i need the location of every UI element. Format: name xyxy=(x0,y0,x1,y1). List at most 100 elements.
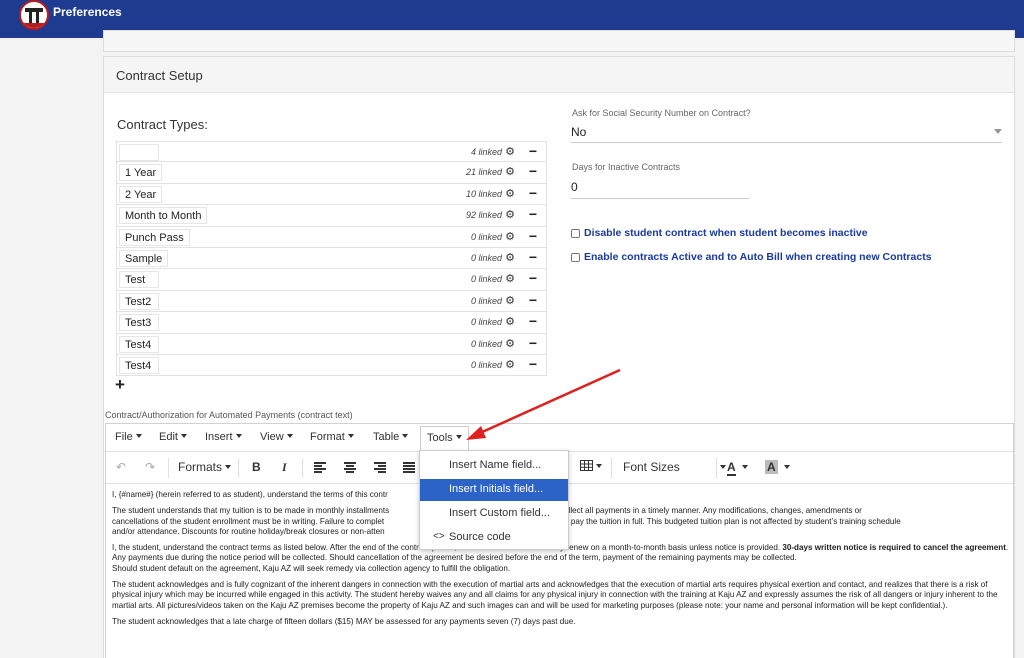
remove-contract-type-button[interactable]: − xyxy=(529,185,537,201)
redo-button[interactable]: ↷ xyxy=(145,460,155,474)
insert-name-field-item[interactable]: Insert Name field... xyxy=(420,455,568,477)
contract-type-row: Test 0 linked ⚙ − xyxy=(116,269,547,291)
contract-type-row: 4 linked ⚙ − xyxy=(116,141,547,163)
contract-type-row: Sample 0 linked ⚙ − xyxy=(116,247,547,270)
previous-panel xyxy=(103,30,1015,52)
remove-contract-type-button[interactable]: − xyxy=(529,335,537,351)
contract-types-label: Contract Types: xyxy=(117,117,208,132)
gear-icon[interactable]: ⚙ xyxy=(505,145,515,158)
app-logo-icon[interactable] xyxy=(19,0,49,30)
undo-button[interactable]: ↶ xyxy=(116,460,126,474)
menu-format[interactable]: Format xyxy=(310,431,354,443)
contract-type-name-input[interactable]: 2 Year xyxy=(119,185,163,203)
contract-type-name-input[interactable]: Sample xyxy=(119,249,169,267)
linked-count: 92 linked xyxy=(465,210,502,221)
contract-type-name-input[interactable]: Test3 xyxy=(119,314,159,332)
source-code-item[interactable]: <> Source code xyxy=(420,527,568,549)
linked-count: 0 linked xyxy=(470,252,502,263)
contract-type-name-input[interactable]: Test4 xyxy=(119,335,159,353)
insert-custom-field-item[interactable]: Insert Custom field... xyxy=(420,503,568,525)
menu-insert[interactable]: Insert xyxy=(205,431,242,443)
ssn-select[interactable]: No xyxy=(571,122,1002,143)
linked-count: 21 linked xyxy=(465,167,502,178)
contract-paragraph-4: The student acknowledges and is fully co… xyxy=(112,580,998,610)
remove-contract-type-button[interactable]: − xyxy=(529,356,537,372)
contract-type-row: 2 Year 10 linked ⚙ − xyxy=(116,183,547,206)
contract-type-row: Test3 0 linked ⚙ − xyxy=(116,312,547,334)
linked-count: 0 linked xyxy=(470,295,502,306)
italic-button[interactable]: I xyxy=(282,460,287,475)
linked-count: 0 linked xyxy=(470,317,502,328)
insert-initials-field-item[interactable]: Insert Initials field... xyxy=(420,479,568,501)
gear-icon[interactable]: ⚙ xyxy=(505,187,515,200)
linked-count: 0 linked xyxy=(470,274,502,285)
gear-icon[interactable]: ⚙ xyxy=(505,358,515,371)
gear-icon[interactable]: ⚙ xyxy=(505,165,515,178)
contract-text-label: Contract/Authorization for Automated Pay… xyxy=(105,410,353,420)
remove-contract-type-button[interactable]: − xyxy=(529,270,537,286)
contract-type-row: 1 Year 21 linked ⚙ − xyxy=(116,162,547,184)
page-title: Preferences xyxy=(53,5,122,19)
contract-type-name-input[interactable]: Test2 xyxy=(119,292,159,310)
editor-menubar: File Edit Insert View Format Table Tools xyxy=(106,424,1013,452)
remove-contract-type-button[interactable]: − xyxy=(529,206,537,222)
remove-contract-type-button[interactable]: − xyxy=(529,228,537,244)
remove-contract-type-button[interactable]: − xyxy=(529,292,537,308)
menu-view[interactable]: View xyxy=(260,431,293,443)
inactive-days-label: Days for Inactive Contracts xyxy=(572,162,681,172)
formats-dropdown[interactable]: Formats xyxy=(178,460,232,474)
contract-paragraph-5: The student acknowledges that a late cha… xyxy=(112,616,576,626)
text-color-button[interactable]: A xyxy=(727,460,748,476)
remove-contract-type-button[interactable]: − xyxy=(529,143,537,159)
menu-tools[interactable]: Tools xyxy=(420,426,469,452)
gear-icon[interactable]: ⚙ xyxy=(505,251,515,264)
contract-type-row: Test4 0 linked ⚙ − xyxy=(116,354,547,377)
align-left-icon[interactable] xyxy=(314,462,326,473)
gear-icon[interactable]: ⚙ xyxy=(505,272,515,285)
section-title: Contract Setup xyxy=(104,57,1014,93)
gear-icon[interactable]: ⚙ xyxy=(505,208,515,221)
remove-contract-type-button[interactable]: − xyxy=(529,163,537,179)
auto-bill-label: Enable contracts Active and to Auto Bill… xyxy=(584,251,932,263)
contract-type-name-input[interactable]: Month to Month xyxy=(119,207,208,225)
disable-inactive-checkbox[interactable] xyxy=(571,228,580,238)
auto-bill-checkbox-row[interactable]: Enable contracts Active and to Auto Bill… xyxy=(571,251,932,263)
inactive-days-input[interactable]: 0 xyxy=(571,177,749,199)
linked-count: 0 linked xyxy=(470,359,502,370)
background-color-button[interactable]: A xyxy=(765,460,790,474)
gear-icon[interactable]: ⚙ xyxy=(505,294,515,307)
chevron-down-icon xyxy=(994,129,1002,134)
linked-count: 4 linked xyxy=(470,147,502,157)
menu-file[interactable]: File xyxy=(115,431,142,443)
linked-count: 10 linked xyxy=(465,188,502,199)
disable-inactive-checkbox-row[interactable]: Disable student contract when student be… xyxy=(571,227,868,239)
auto-bill-checkbox[interactable] xyxy=(571,252,580,262)
add-contract-type-button[interactable]: + xyxy=(115,375,125,395)
contract-type-name-input[interactable]: Test xyxy=(119,271,159,289)
align-center-icon[interactable] xyxy=(344,462,356,473)
font-sizes-dropdown[interactable]: Font Sizes xyxy=(623,460,726,474)
align-justify-icon[interactable] xyxy=(403,462,415,473)
align-right-icon[interactable] xyxy=(374,462,386,473)
code-icon: <> xyxy=(433,531,445,542)
remove-contract-type-button[interactable]: − xyxy=(529,249,537,265)
menu-table[interactable]: Table xyxy=(373,431,409,443)
linked-count: 0 linked xyxy=(470,231,502,242)
disable-inactive-label: Disable student contract when student be… xyxy=(584,227,868,239)
contract-type-row: Punch Pass 0 linked ⚙ − xyxy=(116,226,547,248)
bold-button[interactable]: B xyxy=(252,460,261,474)
contract-type-row: Month to Month 92 linked ⚙ − xyxy=(116,205,547,227)
gear-icon[interactable]: ⚙ xyxy=(505,230,515,243)
contract-type-name-input[interactable]: Punch Pass xyxy=(119,228,190,246)
contract-type-name-input[interactable] xyxy=(119,144,159,161)
gear-icon[interactable]: ⚙ xyxy=(505,337,515,350)
ssn-label: Ask for Social Security Number on Contra… xyxy=(572,108,751,118)
contract-types-list: 4 linked ⚙ −1 Year 21 linked ⚙ −2 Year 10 link… xyxy=(116,141,547,377)
contract-type-name-input[interactable]: 1 Year xyxy=(119,164,163,182)
menu-edit[interactable]: Edit xyxy=(159,431,187,443)
table-grid-button[interactable] xyxy=(580,459,602,473)
remove-contract-type-button[interactable]: − xyxy=(529,313,537,329)
contract-type-name-input[interactable]: Test4 xyxy=(119,356,159,374)
gear-icon[interactable]: ⚙ xyxy=(505,315,515,328)
contract-type-row: Test2 0 linked ⚙ − xyxy=(116,290,547,313)
